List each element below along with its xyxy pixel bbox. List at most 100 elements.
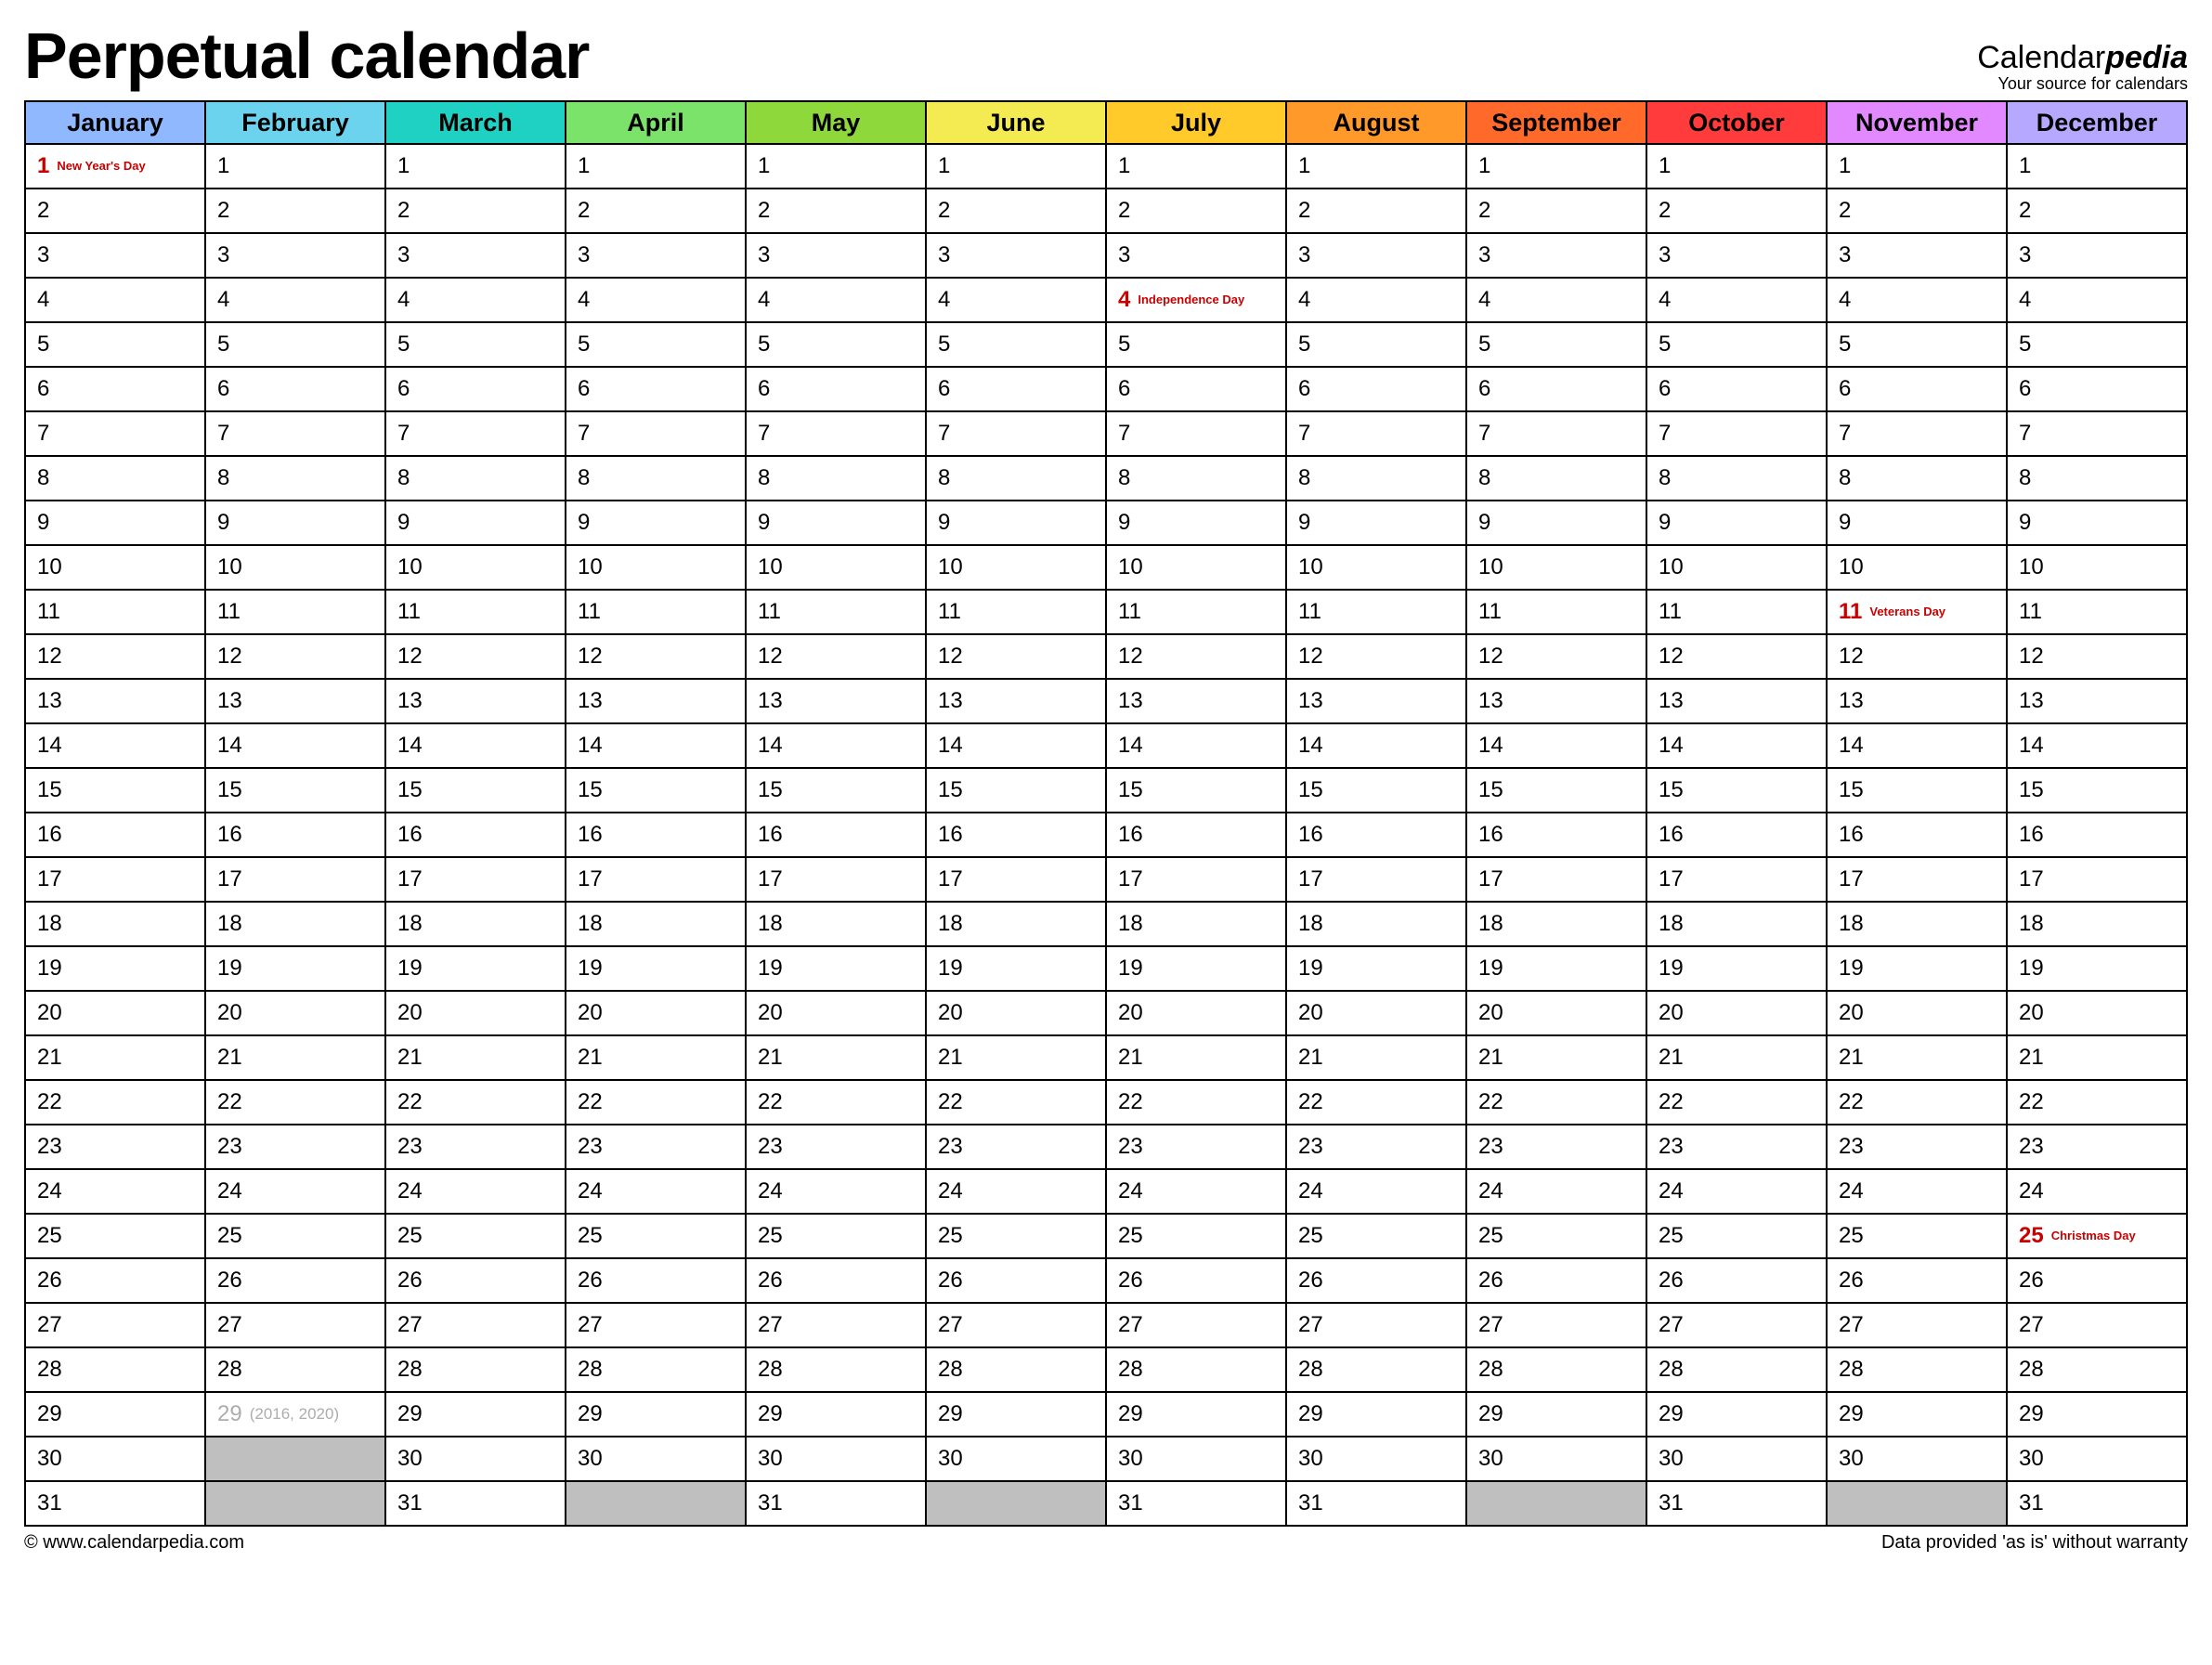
day-number: 6 — [1839, 376, 1851, 402]
day-cell: 5 — [1286, 322, 1466, 367]
day-cell: 18 — [746, 902, 926, 946]
table-row: 3030303030303030303030 — [25, 1437, 2187, 1481]
day-number: 25 — [1839, 1223, 1864, 1249]
day-cell: 26 — [1466, 1258, 1646, 1303]
day-number: 5 — [1298, 332, 1310, 358]
day-number: 21 — [397, 1045, 423, 1071]
day-number: 24 — [217, 1178, 242, 1204]
day-cell: 15 — [205, 768, 385, 813]
day-number: 25 — [938, 1223, 963, 1249]
day-cell: 14 — [566, 723, 746, 768]
day-cell: 23 — [1286, 1125, 1466, 1169]
day-cell: 20 — [926, 991, 1106, 1035]
day-cell: 22 — [1646, 1080, 1827, 1125]
day-number: 26 — [1659, 1268, 1684, 1294]
day-number: 21 — [578, 1045, 603, 1071]
day-cell: 27 — [385, 1303, 566, 1347]
table-row: 161616161616161616161616 — [25, 813, 2187, 857]
day-cell: 29 — [926, 1392, 1106, 1437]
day-cell: 9 — [1286, 501, 1466, 545]
day-number: 10 — [1118, 554, 1143, 580]
day-number: 15 — [1478, 777, 1503, 803]
table-row: 171717171717171717171717 — [25, 857, 2187, 902]
day-cell: 18 — [385, 902, 566, 946]
day-cell: 28 — [385, 1347, 566, 1392]
day-cell: 18 — [1827, 902, 2007, 946]
day-cell: 18 — [1646, 902, 1827, 946]
day-cell: 18 — [1466, 902, 1646, 946]
day-number: 20 — [1659, 1000, 1684, 1026]
day-number: 5 — [578, 332, 590, 358]
day-number: 1 — [758, 153, 770, 179]
day-number: 12 — [578, 644, 603, 670]
day-number: 20 — [758, 1000, 783, 1026]
day-number: 1 — [217, 153, 229, 179]
day-number: 6 — [37, 376, 49, 402]
day-cell: 5 — [25, 322, 205, 367]
day-cell: 17 — [566, 857, 746, 902]
day-number: 5 — [938, 332, 950, 358]
day-cell: 14 — [1827, 723, 2007, 768]
day-cell: 1New Year's Day — [25, 144, 205, 189]
day-cell: 30 — [1286, 1437, 1466, 1481]
day-cell: 12 — [25, 634, 205, 679]
day-number: 30 — [2019, 1446, 2044, 1472]
day-number: 21 — [1839, 1045, 1864, 1071]
day-cell: 31 — [2007, 1481, 2187, 1526]
day-number: 19 — [37, 956, 62, 982]
day-number: 1 — [938, 153, 950, 179]
day-number: 21 — [758, 1045, 783, 1071]
day-cell: 24 — [746, 1169, 926, 1214]
day-cell: 20 — [566, 991, 746, 1035]
day-cell: 13 — [1466, 679, 1646, 723]
table-row: 252525252525252525252525Christmas Day — [25, 1214, 2187, 1258]
day-number: 27 — [1298, 1312, 1323, 1338]
day-number: 28 — [37, 1357, 62, 1383]
day-cell: 23 — [385, 1125, 566, 1169]
day-cell: 28 — [1466, 1347, 1646, 1392]
day-number: 4 — [758, 287, 770, 313]
day-cell: 7 — [385, 411, 566, 456]
day-number: 8 — [1839, 465, 1851, 491]
day-cell: 2 — [566, 189, 746, 233]
day-number: 5 — [1659, 332, 1671, 358]
day-number: 15 — [938, 777, 963, 803]
day-cell: 27 — [1466, 1303, 1646, 1347]
day-number: 17 — [37, 866, 62, 892]
day-cell: 16 — [1646, 813, 1827, 857]
day-number: 21 — [938, 1045, 963, 1071]
day-number: 3 — [578, 242, 590, 268]
day-number: 26 — [938, 1268, 963, 1294]
day-number: 10 — [1839, 554, 1864, 580]
day-cell: 20 — [205, 991, 385, 1035]
day-cell: 22 — [926, 1080, 1106, 1125]
day-number: 15 — [1118, 777, 1143, 803]
day-cell: 11 — [2007, 590, 2187, 634]
holiday-label: New Year's Day — [57, 160, 145, 173]
day-cell: 23 — [746, 1125, 926, 1169]
day-cell: 23 — [205, 1125, 385, 1169]
day-cell: 6 — [1646, 367, 1827, 411]
day-cell: 14 — [385, 723, 566, 768]
day-cell: 31 — [1646, 1481, 1827, 1526]
day-cell: 10 — [926, 545, 1106, 590]
table-row: 555555555555 — [25, 322, 2187, 367]
day-cell: 28 — [566, 1347, 746, 1392]
day-number: 13 — [217, 688, 242, 714]
day-number: 5 — [397, 332, 410, 358]
day-number: 22 — [758, 1089, 783, 1115]
day-cell: 21 — [746, 1035, 926, 1080]
day-number: 29 — [397, 1401, 423, 1427]
day-cell: 8 — [25, 456, 205, 501]
day-number: 18 — [758, 911, 783, 937]
day-cell: 20 — [1106, 991, 1286, 1035]
day-number: 14 — [938, 733, 963, 759]
day-cell: 10 — [1646, 545, 1827, 590]
day-number: 2 — [938, 198, 950, 224]
day-cell: 17 — [926, 857, 1106, 902]
day-number: 29 — [1478, 1401, 1503, 1427]
day-number: 24 — [37, 1178, 62, 1204]
day-cell — [205, 1437, 385, 1481]
day-cell: 23 — [2007, 1125, 2187, 1169]
day-number: 18 — [1118, 911, 1143, 937]
